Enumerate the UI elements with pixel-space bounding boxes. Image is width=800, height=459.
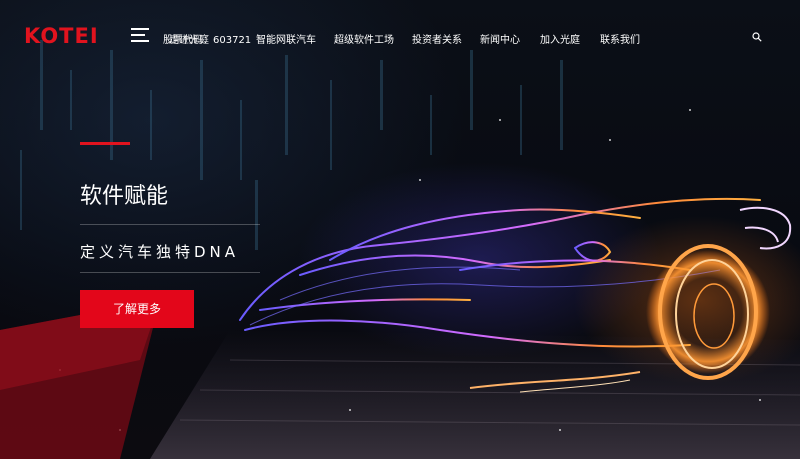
title-accent-line xyxy=(80,142,130,145)
red-accent-wedge xyxy=(0,300,160,459)
stock-code-text: 股票代码：603721 走进光庭 xyxy=(163,31,251,46)
hero-banner: KOTEI 股票代码：603721 走进光庭 智能网联汽车 超级软件工场 投资者… xyxy=(0,0,800,459)
nav-item-news-center[interactable]: 新闻中心 xyxy=(480,31,520,46)
nav-item-super-software-factory[interactable]: 超级软件工场 xyxy=(334,31,394,46)
kotei-logo[interactable]: KOTEI xyxy=(24,24,99,48)
hero-subtitle: 定义汽车独特DNA xyxy=(80,243,240,261)
nav-item-investor-relations[interactable]: 投资者关系 xyxy=(412,31,462,46)
divider xyxy=(80,224,260,225)
learn-more-button[interactable]: 了解更多 xyxy=(80,290,194,328)
search-icon[interactable] xyxy=(752,32,762,42)
hero-title: 软件赋能 xyxy=(80,184,169,209)
nav-item-about-kotei[interactable]: 走进光庭 xyxy=(169,31,209,46)
nav-item-contact-us[interactable]: 联系我们 xyxy=(600,31,640,46)
hamburger-menu-icon[interactable] xyxy=(131,28,151,44)
nav-item-join-kotei[interactable]: 加入光庭 xyxy=(540,31,580,46)
divider xyxy=(80,272,260,273)
nav-item-smart-connected-vehicle[interactable]: 智能网联汽车 xyxy=(256,31,316,46)
